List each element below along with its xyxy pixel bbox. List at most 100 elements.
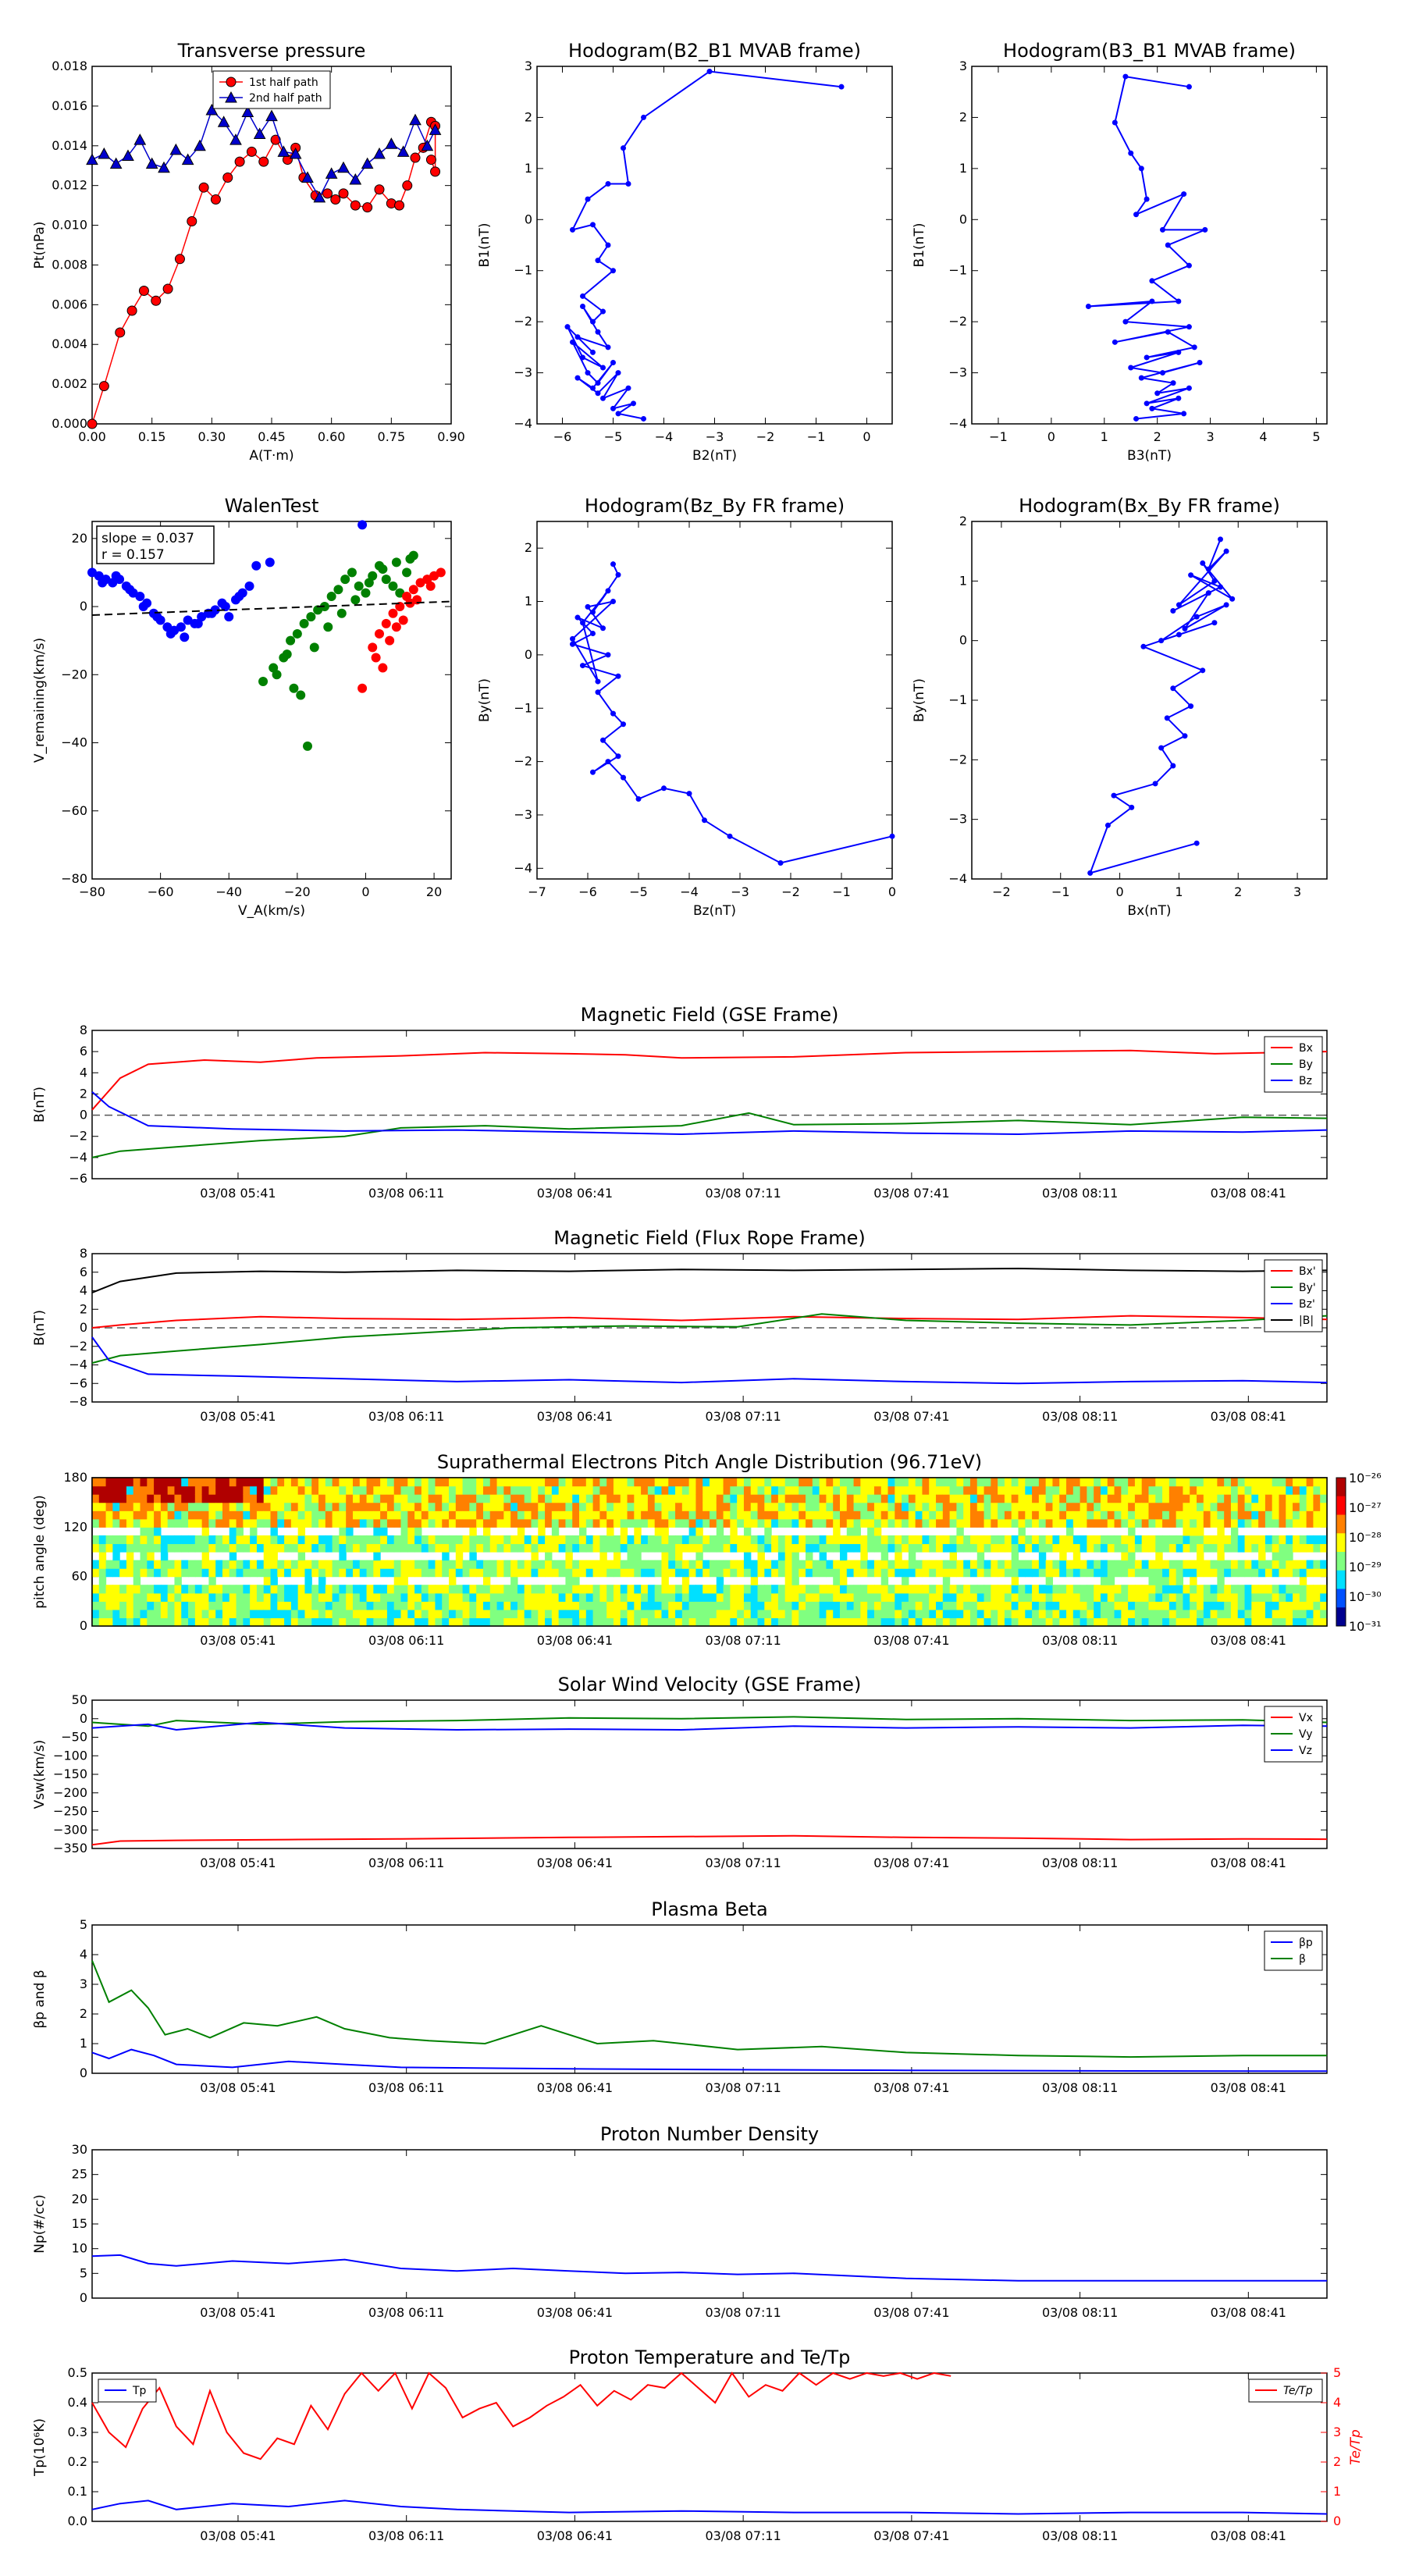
- heatmap-cell: [771, 1585, 779, 1594]
- heatmap-cell: [1279, 1609, 1286, 1619]
- heatmap-cell: [277, 1535, 285, 1545]
- heatmap-cell: [1134, 1609, 1143, 1619]
- heatmap-cell: [538, 1543, 546, 1553]
- heatmap-cell: [799, 1502, 806, 1511]
- heatmap-cell: [496, 1478, 504, 1487]
- heatmap-cell: [98, 1543, 107, 1553]
- heatmap-cell: [716, 1609, 724, 1619]
- heatmap-cell: [853, 1601, 861, 1610]
- heatmap-cell: [853, 1617, 861, 1627]
- heatmap-cell: [558, 1510, 567, 1520]
- heatmap-cell: [1018, 1568, 1026, 1578]
- walen-point: [224, 612, 234, 622]
- heatmap-cell: [1141, 1601, 1150, 1610]
- heatmap-cell: [558, 1543, 567, 1553]
- heatmap-cell: [777, 1485, 786, 1495]
- heatmap-cell: [510, 1535, 518, 1545]
- heatmap-cell: [250, 1543, 258, 1553]
- heatmap-cell: [908, 1617, 916, 1627]
- data-point: [234, 156, 245, 167]
- heatmap-cell: [1072, 1494, 1081, 1503]
- heatmap-cell: [1176, 1510, 1184, 1520]
- hodogram-point: [661, 785, 667, 792]
- walen-point: [193, 618, 203, 628]
- heatmap-cell: [373, 1609, 381, 1619]
- heatmap-cell: [1313, 1485, 1321, 1495]
- heatmap-cell: [1094, 1568, 1101, 1578]
- heatmap-cell: [806, 1609, 813, 1619]
- heatmap-cell: [386, 1585, 395, 1594]
- heatmap-cell: [133, 1617, 141, 1627]
- heatmap-cell: [702, 1485, 710, 1495]
- heatmap-cell: [208, 1494, 216, 1503]
- heatmap-cell: [359, 1592, 368, 1602]
- x-tick-label: −60: [148, 884, 174, 899]
- heatmap-cell: [1072, 1592, 1081, 1602]
- heatmap-cell: [620, 1510, 628, 1520]
- heatmap-cell: [579, 1592, 587, 1602]
- heatmap-cell: [675, 1560, 683, 1569]
- heatmap-cell: [791, 1601, 799, 1610]
- heatmap-cell: [812, 1502, 820, 1511]
- heatmap-cell: [229, 1552, 237, 1561]
- heatmap-cell: [119, 1601, 127, 1610]
- heatmap-cell: [929, 1543, 937, 1553]
- heatmap-cell: [867, 1485, 875, 1495]
- heatmap-cell: [620, 1592, 628, 1602]
- hodogram-point: [585, 196, 591, 202]
- heatmap-cell: [730, 1543, 738, 1553]
- heatmap-cell: [167, 1494, 176, 1503]
- heatmap-cell: [942, 1576, 951, 1585]
- heatmap-cell: [1052, 1510, 1060, 1520]
- heatmap-cell: [545, 1552, 553, 1561]
- heatmap-cell: [503, 1585, 511, 1594]
- heatmap-cell: [194, 1609, 203, 1619]
- heatmap-cell: [661, 1609, 669, 1619]
- heatmap-cell: [585, 1494, 594, 1503]
- heatmap-cell: [1052, 1568, 1060, 1578]
- heatmap-cell: [435, 1518, 443, 1528]
- y-axis-label: pitch angle (deg): [32, 1495, 48, 1609]
- hodogram-point: [1186, 262, 1192, 269]
- heatmap-cell: [469, 1502, 477, 1511]
- heatmap-cell: [915, 1609, 923, 1619]
- heatmap-cell: [661, 1543, 669, 1553]
- heatmap-cell: [270, 1494, 278, 1503]
- heatmap-cell: [229, 1601, 237, 1610]
- heatmap-cell: [428, 1502, 436, 1511]
- heatmap-cell: [984, 1502, 991, 1511]
- heatmap-cell: [133, 1502, 141, 1511]
- heatmap-cell: [963, 1543, 971, 1553]
- heatmap-cell: [489, 1617, 498, 1627]
- hodogram-point: [1211, 620, 1218, 626]
- heatmap-cell: [140, 1518, 148, 1528]
- heatmap-cell: [620, 1535, 628, 1545]
- heatmap-cell: [1066, 1494, 1074, 1503]
- heatmap-cell: [325, 1535, 333, 1545]
- heatmap-cell: [826, 1502, 834, 1511]
- heatmap-cell: [963, 1617, 971, 1627]
- heatmap-cell: [386, 1510, 395, 1520]
- heatmap-cell: [270, 1485, 278, 1495]
- heatmap-cell: [1293, 1609, 1300, 1619]
- heatmap-cell: [250, 1592, 258, 1602]
- heatmap-cell: [188, 1510, 196, 1520]
- heatmap-cell: [250, 1585, 258, 1594]
- heatmap-cell: [284, 1535, 292, 1545]
- heatmap-cell: [887, 1535, 895, 1545]
- heatmap-cell: [599, 1502, 607, 1511]
- heatmap-cell: [1087, 1592, 1094, 1602]
- heatmap-cell: [1306, 1494, 1314, 1503]
- heatmap-cell: [634, 1609, 642, 1619]
- heatmap-cell: [853, 1568, 861, 1578]
- heatmap-cell: [579, 1601, 587, 1610]
- heatmap-cell: [1306, 1609, 1314, 1619]
- y-tick-label: 0.5: [68, 2365, 87, 2380]
- heatmap-cell: [1134, 1494, 1143, 1503]
- heatmap-cell: [263, 1518, 272, 1528]
- heatmap-cell: [359, 1585, 368, 1594]
- hodogram-point: [1129, 804, 1135, 810]
- heatmap-cell: [524, 1592, 532, 1602]
- heatmap-cell: [750, 1494, 759, 1503]
- heatmap-cell: [620, 1609, 628, 1619]
